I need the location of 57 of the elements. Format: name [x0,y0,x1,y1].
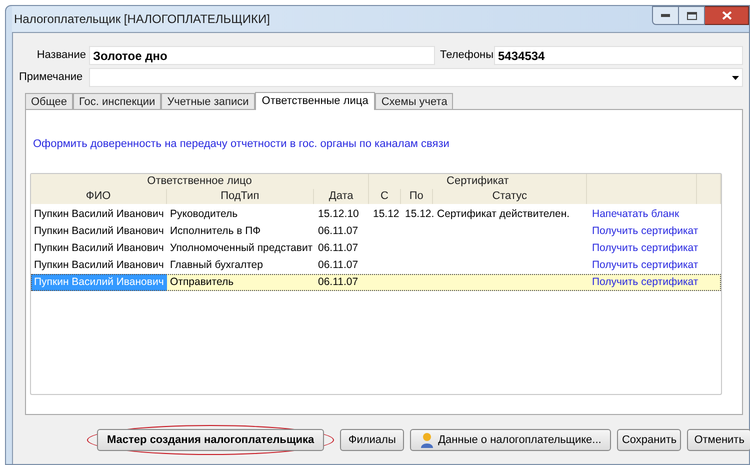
action-link[interactable]: Получить сертификат [592,258,698,270]
column-header[interactable]: С [369,188,401,204]
column-group-header: Сертификат [369,174,588,188]
action-link[interactable]: Получить сертификат [592,242,698,254]
table-cell-text: Руководитель [169,206,239,222]
table-cell: Пупкин Василий Иванович [31,274,167,290]
table-cell-text: Главный бухгалтер [169,258,264,272]
maximize-icon [686,12,696,20]
table-cell-text: 06.11.07 [317,258,360,272]
window-title: Налогоплательщик [НАЛОГОПЛАТЕЛЬЩИКИ] [14,11,270,28]
tab[interactable]: Схемы учета [375,93,454,109]
table-cell-text: 15.12 [372,206,400,222]
column-header[interactable]: По [400,188,433,204]
taxpayer-data-button[interactable]: Данные о налогоплательщике... [410,429,612,451]
proxy-link[interactable]: Оформить доверенность на передачу отчетности в гос. органы по каналам связи [33,136,742,152]
dialog-button[interactable]: Филиалы [340,429,404,451]
wizard-button[interactable]: Мастер создания налогоплательщика [97,429,324,451]
field-label: Название [36,48,87,64]
tab[interactable]: Гос. инспекции [73,93,162,109]
minimize-icon [661,14,670,17]
column-group-header: Ответственное лицо [31,174,370,188]
action-link[interactable]: Получить сертификат [592,276,698,288]
table-cell-text: 06.11.07 [317,274,360,290]
table-cell-text: Пупкин Василий Иванович [33,240,165,256]
close-icon [722,11,732,20]
table-cell-text: 06.11.07 [317,224,360,238]
dropdown-arrow-icon [732,76,739,80]
table-cell-text: 15.12. [404,206,434,222]
column-header[interactable]: ПодТип [166,188,314,204]
table-cell-text: Отправитель [169,274,235,290]
dialog-button[interactable]: Сохранить [617,429,682,451]
name-field[interactable]: Золотое дно [89,46,435,65]
table-cell-text: 15.12.10 [317,206,360,222]
table-cell-text: Пупкин Василий Иванович [33,224,165,238]
table-cell-text: Пупкин Василий Иванович [33,258,165,272]
maximize-button[interactable] [679,6,705,25]
minimize-button[interactable] [652,6,679,25]
table-cell-text: Сертификат действителен. [436,206,571,222]
column-header[interactable]: Дата [314,188,370,204]
action-link[interactable]: Получить сертификат [592,224,698,236]
tab[interactable]: Учетные записи [161,93,255,109]
table-cell-text: Уполномоченный представит [169,240,314,256]
column-header[interactable]: Статус [432,188,588,204]
dialog-button[interactable]: Отменить [687,429,750,451]
field-label: Телефоны [440,48,494,64]
field-label: Примечание [19,70,84,86]
person-icon [420,432,434,448]
close-button[interactable] [705,6,749,25]
table-cell-text: Пупкин Василий Иванович [33,206,165,222]
tab[interactable]: Ответственные лица [254,92,376,110]
tab[interactable]: Общее [25,93,74,109]
table-cell-text: 06.11.07 [317,240,360,256]
table-cell-text: Исполнитель в ПФ [169,224,262,238]
action-link[interactable]: Напечатать бланк [592,208,680,220]
note-field[interactable] [89,68,743,87]
phone-field[interactable]: 5434534 [494,46,743,65]
column-header[interactable]: ФИО [31,188,167,204]
